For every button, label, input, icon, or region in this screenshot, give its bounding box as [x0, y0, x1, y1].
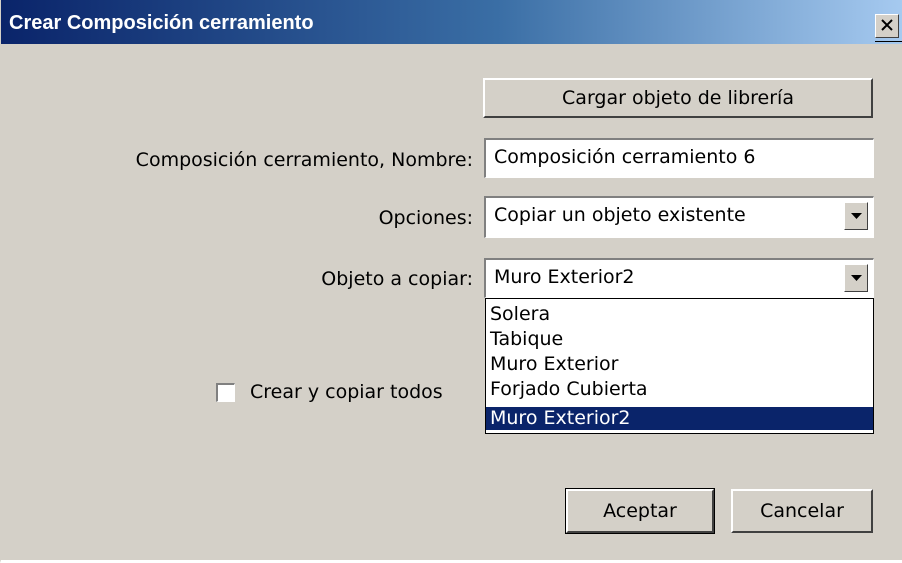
dropdown-item-selected[interactable]: Muro Exterior2 [486, 407, 873, 430]
object-dropdown-list[interactable]: Solera Tabique Muro Exterior Forjado Cub… [485, 298, 874, 434]
options-select[interactable]: Copiar un objeto existente [484, 196, 874, 238]
close-icon [881, 19, 893, 31]
load-library-object-button[interactable]: Cargar objeto de librería [483, 78, 873, 118]
title-bar[interactable]: Crear Composición cerramiento [1, 0, 902, 44]
close-button-underline [875, 41, 902, 42]
object-to-copy-value: Muro Exterior2 [494, 266, 635, 288]
chevron-down-icon [851, 275, 862, 281]
composition-name-field[interactable]: Composición cerramiento 6 [484, 138, 874, 178]
dropdown-item[interactable]: Forjado Cubierta [486, 378, 873, 401]
object-to-copy-label: Objeto a copiar: [321, 268, 473, 290]
copy-all-checkbox[interactable] [216, 383, 235, 402]
composition-name-label: Composición cerramiento, Nombre: [135, 149, 473, 171]
accept-button[interactable]: Aceptar [565, 488, 715, 534]
cancel-button[interactable]: Cancelar [731, 489, 873, 533]
close-button[interactable] [875, 14, 899, 38]
create-composition-dialog: Crear Composición cerramiento Cargar obj… [0, 0, 902, 563]
composition-name-value: Composición cerramiento 6 [494, 146, 756, 168]
options-select-value: Copiar un objeto existente [494, 204, 746, 226]
dropdown-item[interactable]: Solera [486, 303, 873, 326]
dropdown-item[interactable]: Tabique [486, 328, 873, 351]
object-to-copy-select[interactable]: Muro Exterior2 [484, 258, 874, 298]
dialog-title: Crear Composición cerramiento [9, 12, 314, 34]
dropdown-item[interactable]: Muro Exterior [486, 353, 873, 376]
copy-all-label[interactable]: Crear y copiar todos [250, 381, 443, 403]
options-dropdown-button[interactable] [844, 202, 868, 230]
object-to-copy-dropdown-button[interactable] [844, 264, 868, 292]
options-label: Opciones: [378, 207, 473, 229]
chevron-down-icon [851, 213, 862, 219]
